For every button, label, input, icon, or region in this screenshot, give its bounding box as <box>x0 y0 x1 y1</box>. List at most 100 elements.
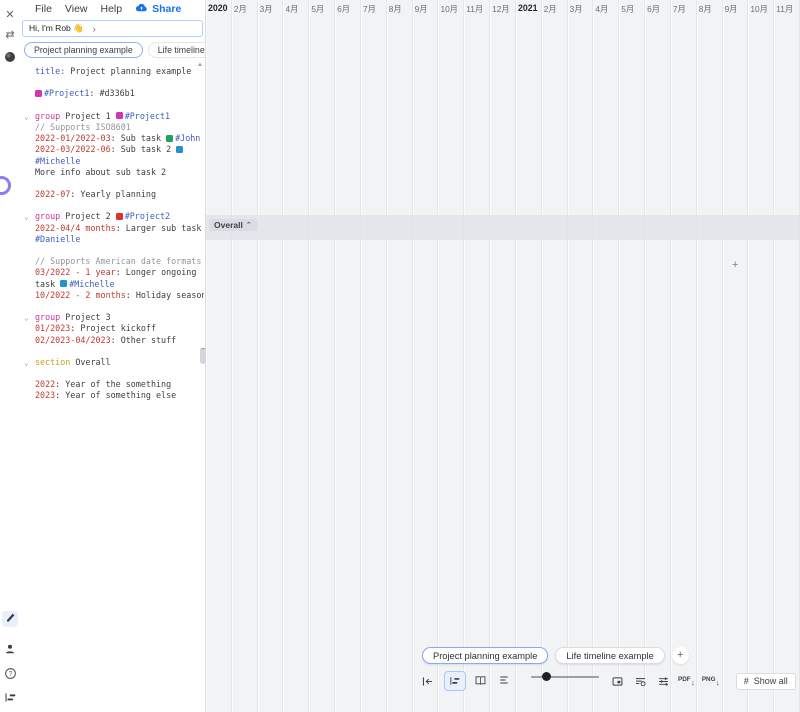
download-png-button[interactable]: PNG ↓ <box>700 676 722 687</box>
overall-section-header[interactable]: Overall ⌃ <box>209 219 257 231</box>
pencil-icon <box>5 610 16 628</box>
code-token: section <box>35 357 70 367</box>
zoom-slider[interactable] <box>531 676 599 687</box>
code-line[interactable]: 2022-07: Yearly planning <box>35 189 204 200</box>
fold-chevron-icon[interactable]: ⌄ <box>24 312 29 323</box>
fold-chevron-icon[interactable]: ⌄ <box>24 211 29 222</box>
code-token: 01/2023 <box>35 323 70 333</box>
add-event-hint-icon[interactable]: + <box>732 259 738 271</box>
page-tab[interactable]: Life timeline example <box>555 647 664 664</box>
slider-handle[interactable] <box>542 672 551 681</box>
code-line[interactable]: ⌄section Overall <box>35 357 204 368</box>
timeline-month-column: 12月 <box>490 0 516 712</box>
timeline-month-label: 4月 <box>593 0 618 15</box>
code-line[interactable]: 2023: Year of something else <box>35 390 204 401</box>
list-view-button[interactable] <box>494 671 514 689</box>
timeline-month-column: 5月 <box>309 0 335 712</box>
code-line[interactable]: 2022-03/2022-06: Sub task 2 <box>35 144 204 155</box>
fold-chevron-icon[interactable]: ⌄ <box>24 357 29 368</box>
legend-item[interactable]: #Show all <box>736 673 796 690</box>
code-line[interactable] <box>35 77 204 88</box>
profile-button[interactable] <box>0 641 20 659</box>
timeline-month-label: 6月 <box>645 0 670 15</box>
page-tab[interactable]: Project planning example <box>422 647 548 664</box>
code-token: Project planning example <box>65 66 191 76</box>
edit-mode-button[interactable] <box>2 611 18 627</box>
code-line[interactable] <box>35 178 204 189</box>
timeline-month-column: 11月 <box>464 0 490 712</box>
code-line[interactable]: ⌄group Project 1 #Project1 <box>35 111 204 122</box>
code-token: 2023 <box>35 390 55 400</box>
code-token: 2022 <box>35 379 55 389</box>
code-line[interactable]: 02/2023-04/2023: Other stuff <box>35 335 204 346</box>
timeline-month-label: 4月 <box>283 0 308 15</box>
code-line[interactable]: #Danielle <box>35 234 204 245</box>
avatar-badge[interactable] <box>0 176 11 195</box>
timeline-canvas[interactable]: 20202月3月4月5月6月7月8月9月10月11月12月20212月3月4月5… <box>206 0 800 712</box>
fold-chevron-icon[interactable]: ⌄ <box>24 111 29 122</box>
code-line[interactable]: #Project1: #d336b1 <box>35 88 204 99</box>
greeting-banner[interactable]: Hi, I'm Rob 👋 › <box>22 20 203 37</box>
menu-file[interactable]: File <box>35 3 52 15</box>
help-button[interactable]: ? <box>0 666 20 684</box>
scroll-up-icon[interactable]: ▲ <box>197 62 203 68</box>
timeline-month-label: 12月 <box>490 0 515 15</box>
code-line[interactable]: task #Michelle <box>35 279 204 290</box>
page-tab-list: Project planning example Life timeline ex… <box>422 647 665 664</box>
go-to-start-button[interactable] <box>417 672 437 690</box>
code-line[interactable]: 2022-04/4 months: Larger sub task <box>35 223 204 234</box>
close-icon[interactable]: ✕ <box>0 5 20 23</box>
code-token: 03/2022 - 1 year <box>35 267 116 277</box>
code-line[interactable]: ⌄group Project 3 <box>35 312 204 323</box>
code-line[interactable] <box>35 346 204 357</box>
code-line[interactable]: 10/2022 - 2 months: Holiday season <box>35 290 204 301</box>
timeline-month-column: 7月 <box>671 0 697 712</box>
theme-toggle-icon[interactable] <box>0 48 20 66</box>
pane-resize-grip[interactable] <box>200 348 206 364</box>
code-line[interactable] <box>35 368 204 379</box>
menu-help[interactable]: Help <box>101 3 123 15</box>
code-line[interactable]: #Michelle <box>35 156 204 167</box>
code-token: : Holiday season <box>126 290 204 300</box>
swap-panels-icon[interactable]: ⇄ <box>0 25 20 43</box>
download-arrow-icon: ↓ <box>716 678 720 687</box>
settings-sliders-button[interactable] <box>653 672 673 690</box>
code-editor[interactable]: title: Project planning example #Project1… <box>20 60 204 712</box>
code-line[interactable]: // Supports ISO8601 <box>35 122 204 133</box>
code-token: Project 2 <box>60 211 115 221</box>
timeline-month-label: 5月 <box>309 0 334 15</box>
code-line[interactable]: 2022-01/2022-03: Sub task #John <box>35 133 204 144</box>
menu-view[interactable]: View <box>65 3 88 15</box>
timeline-month-column: 10月 <box>748 0 774 712</box>
autofit-frame-button[interactable] <box>607 672 627 690</box>
code-line[interactable]: // Supports American date formats <box>35 256 204 267</box>
code-line[interactable]: 01/2023: Project kickoff <box>35 323 204 334</box>
code-line[interactable] <box>35 301 204 312</box>
editor-tab[interactable]: Project planning example <box>24 42 143 58</box>
question-mark-icon: ? <box>4 667 17 683</box>
code-line[interactable]: title: Project planning example <box>35 66 204 77</box>
code-line[interactable] <box>35 100 204 111</box>
code-line[interactable] <box>35 245 204 256</box>
code-token: #Michelle <box>35 156 80 166</box>
filter-rows-button[interactable] <box>630 672 650 690</box>
add-page-button[interactable]: + <box>672 647 689 664</box>
download-pdf-button[interactable]: PDF ↓ <box>676 676 697 687</box>
code-line[interactable] <box>35 200 204 211</box>
editor-tab[interactable]: Life timeline example <box>148 42 205 58</box>
timeline-month-column: 11月 <box>774 0 800 712</box>
code-line[interactable]: 2022: Year of the something <box>35 379 204 390</box>
timeline-view-button[interactable] <box>0 690 20 708</box>
code-token: #Danielle <box>35 234 80 244</box>
code-token: 2022-07 <box>35 189 70 199</box>
legend-label: Show all <box>754 676 788 686</box>
book-view-button[interactable] <box>470 671 490 689</box>
share-button[interactable]: Share <box>135 3 181 15</box>
code-line[interactable]: 03/2022 - 1 year: Longer ongoing <box>35 267 204 278</box>
code-token: group <box>35 111 60 121</box>
code-line[interactable]: ⌄group Project 2 #Project2 <box>35 211 204 222</box>
code-token: : Project kickoff <box>70 323 156 333</box>
code-token: More info about sub task 2 <box>35 167 166 177</box>
gantt-view-button[interactable] <box>444 671 466 691</box>
code-line[interactable]: More info about sub task 2 <box>35 167 204 178</box>
